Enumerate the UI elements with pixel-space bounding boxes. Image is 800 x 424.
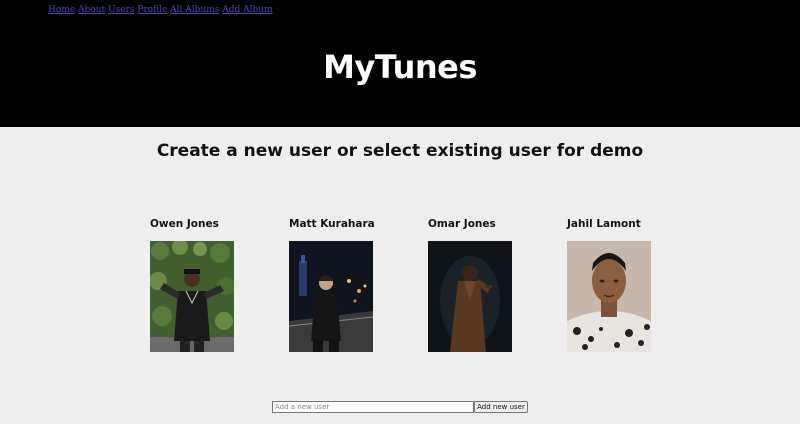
user-name: Matt Kurahara: [289, 218, 375, 230]
nav-link-profile[interactable]: Profile: [137, 5, 167, 15]
user-photo[interactable]: [567, 241, 651, 352]
new-user-input[interactable]: [272, 401, 474, 413]
site-header: Home About Users Profile All Albums Add …: [0, 0, 800, 127]
user-card-jahil-lamont[interactable]: Jahil Lamont: [567, 218, 657, 352]
nav-link-users[interactable]: Users: [108, 5, 134, 15]
add-user-button[interactable]: Add new user: [474, 401, 528, 413]
nav-link-home[interactable]: Home: [48, 5, 75, 15]
user-name: Owen Jones: [150, 218, 219, 230]
user-card-omar-jones[interactable]: Omar Jones: [428, 218, 518, 352]
site-title: MyTunes: [323, 48, 477, 86]
top-nav: Home About Users Profile All Albums Add …: [48, 5, 273, 15]
user-name: Jahil Lamont: [567, 218, 641, 230]
page-subtitle: Create a new user or select existing use…: [156, 141, 644, 161]
nav-link-add-album[interactable]: Add Album: [222, 5, 272, 15]
add-user-form: Add new user: [272, 401, 528, 413]
user-card-owen-jones[interactable]: Owen Jones: [150, 218, 240, 352]
user-photo[interactable]: [150, 241, 234, 352]
nav-link-about[interactable]: About: [78, 5, 105, 15]
nav-link-all-albums[interactable]: All Albums: [170, 5, 219, 15]
user-card-matt-kurahara[interactable]: Matt Kurahara: [289, 218, 379, 352]
user-name: Omar Jones: [428, 218, 496, 230]
user-photo[interactable]: [289, 241, 373, 352]
user-photo[interactable]: [428, 241, 512, 352]
